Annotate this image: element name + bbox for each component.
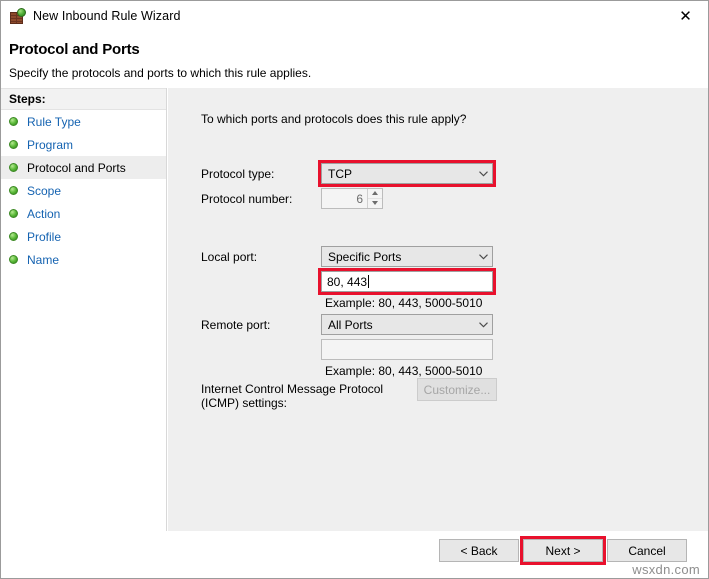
protocol-number-stepper[interactable]: 6 bbox=[321, 188, 383, 209]
chevron-down-icon bbox=[475, 321, 492, 328]
icmp-customize-button[interactable]: Customize... bbox=[417, 378, 497, 401]
remote-port-value: All Ports bbox=[328, 317, 373, 332]
spinner-up-icon[interactable] bbox=[368, 189, 382, 199]
chevron-down-icon bbox=[475, 170, 492, 177]
step-bullet-icon bbox=[9, 186, 18, 195]
cancel-button[interactable]: Cancel bbox=[607, 539, 687, 562]
protocol-type-label: Protocol type: bbox=[201, 167, 275, 181]
sidebar-item-protocol-and-ports[interactable]: Protocol and Ports bbox=[1, 156, 166, 179]
new-inbound-rule-wizard-window: New Inbound Rule Wizard ✕ Protocol and P… bbox=[0, 0, 709, 579]
page-title: Protocol and Ports bbox=[9, 41, 140, 58]
sidebar-item-rule-type[interactable]: Rule Type bbox=[1, 110, 166, 133]
spinner-down-icon[interactable] bbox=[368, 198, 382, 208]
sidebar-item-label: Action bbox=[27, 206, 61, 221]
local-port-input-value: 80, 443 bbox=[327, 274, 368, 289]
step-bullet-icon bbox=[9, 163, 18, 172]
sidebar-item-program[interactable]: Program bbox=[1, 133, 166, 156]
window-title: New Inbound Rule Wizard bbox=[33, 9, 181, 23]
sidebar-item-label: Rule Type bbox=[27, 114, 81, 129]
content-panel: To which ports and protocols does this r… bbox=[168, 88, 708, 578]
local-port-example: Example: 80, 443, 5000-5010 bbox=[325, 296, 483, 310]
next-button-label: Next > bbox=[545, 543, 581, 558]
close-icon[interactable]: ✕ bbox=[663, 1, 708, 31]
protocol-number-value: 6 bbox=[356, 191, 363, 206]
sidebar-item-action[interactable]: Action bbox=[1, 202, 166, 225]
sidebar-item-label: Program bbox=[27, 137, 74, 152]
firewall-globe-icon bbox=[9, 7, 26, 25]
icmp-customize-label: Customize... bbox=[423, 382, 491, 397]
wizard-header: Protocol and Ports Specify the protocols… bbox=[1, 31, 708, 88]
sidebar-item-label: Profile bbox=[27, 229, 62, 244]
back-button[interactable]: < Back bbox=[439, 539, 519, 562]
close-glyph: ✕ bbox=[679, 6, 692, 25]
local-port-input[interactable]: 80, 443 bbox=[321, 271, 493, 292]
chevron-down-icon bbox=[475, 253, 492, 260]
wizard-footer: < Back Next > Cancel wsxdn.com bbox=[1, 531, 708, 578]
local-port-dropdown[interactable]: Specific Ports bbox=[321, 246, 493, 267]
cancel-button-label: Cancel bbox=[628, 543, 666, 558]
protocol-type-value: TCP bbox=[328, 166, 352, 181]
sidebar-item-label: Scope bbox=[27, 183, 62, 198]
steps-heading: Steps: bbox=[1, 88, 166, 110]
sidebar-item-profile[interactable]: Profile bbox=[1, 225, 166, 248]
steps-sidebar: Steps: Rule Type Program Protocol and Po… bbox=[1, 88, 167, 578]
question-text: To which ports and protocols does this r… bbox=[201, 112, 467, 126]
remote-port-input[interactable] bbox=[321, 339, 493, 360]
protocol-type-dropdown[interactable]: TCP bbox=[321, 163, 493, 184]
remote-port-example: Example: 80, 443, 5000-5010 bbox=[325, 364, 483, 378]
remote-port-label: Remote port: bbox=[201, 318, 271, 332]
local-port-value: Specific Ports bbox=[328, 249, 402, 264]
sidebar-item-name[interactable]: Name bbox=[1, 248, 166, 271]
spinner-arrows[interactable] bbox=[367, 189, 382, 208]
icmp-label-line2: (ICMP) settings: bbox=[201, 396, 288, 410]
protocol-number-label: Protocol number: bbox=[201, 192, 293, 206]
step-bullet-icon bbox=[9, 117, 18, 126]
page-subtitle: Specify the protocols and ports to which… bbox=[9, 66, 312, 80]
local-port-label: Local port: bbox=[201, 250, 258, 264]
watermark: wsxdn.com bbox=[632, 562, 700, 577]
back-button-label: < Back bbox=[460, 543, 498, 558]
icmp-label-line1: Internet Control Message Protocol bbox=[201, 382, 384, 396]
text-caret bbox=[368, 275, 370, 288]
sidebar-item-label: Name bbox=[27, 252, 60, 267]
step-bullet-icon bbox=[9, 232, 18, 241]
step-bullet-icon bbox=[9, 209, 18, 218]
remote-port-dropdown[interactable]: All Ports bbox=[321, 314, 493, 335]
title-bar: New Inbound Rule Wizard ✕ bbox=[1, 1, 708, 31]
next-button[interactable]: Next > bbox=[523, 539, 603, 562]
step-bullet-icon bbox=[9, 255, 18, 264]
step-bullet-icon bbox=[9, 140, 18, 149]
sidebar-item-label: Protocol and Ports bbox=[27, 160, 126, 175]
sidebar-item-scope[interactable]: Scope bbox=[1, 179, 166, 202]
